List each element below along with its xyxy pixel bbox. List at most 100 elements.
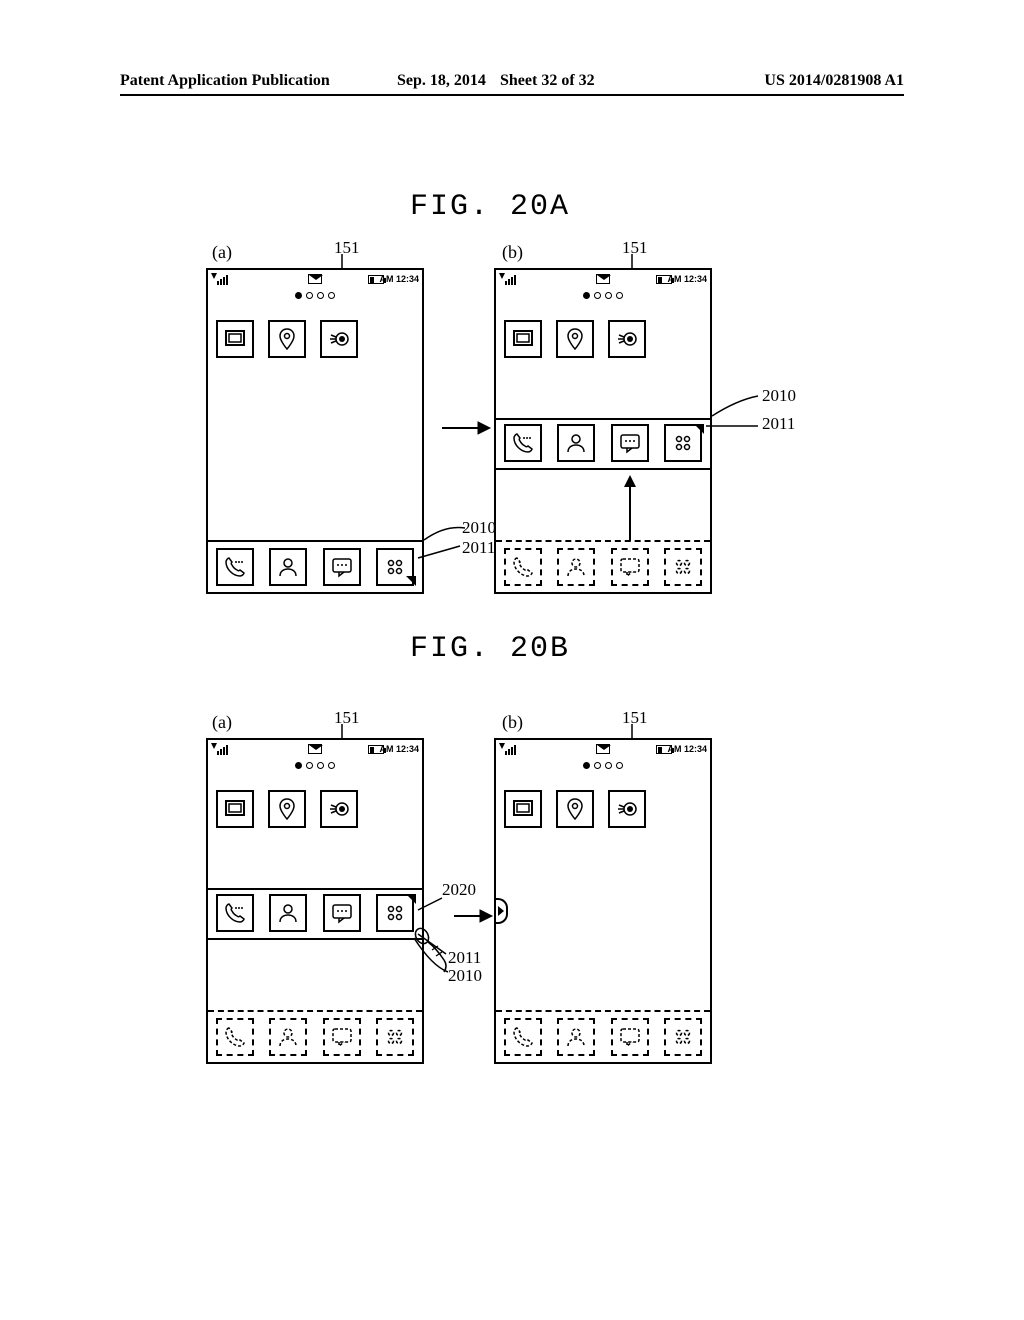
status-time: AM 12:34 <box>379 274 419 284</box>
transition-arrow-icon <box>452 908 492 924</box>
ref-2010: 2010 <box>762 386 796 406</box>
publication-label: Patent Application Publication <box>120 72 330 90</box>
page-indicator <box>295 762 335 769</box>
ghost-dock-divider <box>496 540 710 542</box>
subfig-label-b: (b) <box>502 242 523 263</box>
doc-number: US 2014/0281908 A1 <box>764 72 904 90</box>
subfig-label-a: (a) <box>212 712 232 733</box>
drag-handle-icon[interactable] <box>694 424 704 434</box>
signal-icon <box>211 743 229 755</box>
ghost-dock-bar <box>504 1018 702 1056</box>
header-rule <box>120 94 904 96</box>
transition-arrow-icon <box>440 420 490 436</box>
apps-icon <box>664 548 702 586</box>
ref-2020: 2020 <box>442 880 476 900</box>
phone-app-icon[interactable] <box>216 548 254 586</box>
phone-mockup: AM 12:34 <box>206 268 424 594</box>
location-icon[interactable] <box>556 320 594 358</box>
ref-151-a: 151 <box>334 238 360 258</box>
status-bar: AM 12:34 <box>496 270 710 288</box>
ref-2010: 2010 <box>448 966 482 986</box>
date-label: Sep. 18, 2014 <box>397 72 486 90</box>
phone-app-icon[interactable] <box>504 424 542 462</box>
dock-divider <box>208 540 422 542</box>
page-indicator <box>295 292 335 299</box>
settings-icon[interactable] <box>320 790 358 828</box>
dock-bar <box>504 424 702 462</box>
dock-divider-bottom <box>208 938 422 940</box>
dock-divider-bottom <box>496 468 710 470</box>
sheet-label: Sheet 32 of 32 <box>500 72 595 90</box>
status-time: AM 12:34 <box>667 274 707 284</box>
messages-icon <box>323 1018 361 1056</box>
subfig-label-a: (a) <box>212 242 232 263</box>
figure-caption-20b: FIG. 20B <box>410 632 570 666</box>
page-indicator <box>583 762 623 769</box>
location-icon[interactable] <box>268 320 306 358</box>
app-row <box>216 790 358 828</box>
phone-app-icon <box>504 1018 542 1056</box>
collapsed-dock-tab[interactable] <box>496 898 508 924</box>
mail-icon <box>308 744 322 754</box>
phone-mockup: AM 12:34 <box>494 738 712 1064</box>
ref-2011: 2011 <box>762 414 795 434</box>
subfig-label-b: (b) <box>502 712 523 733</box>
figure-caption-20a: FIG. 20A <box>410 190 570 224</box>
move-up-arrow-icon <box>622 475 638 543</box>
ghost-dock-divider <box>496 1010 710 1012</box>
ref-151-a: 151 <box>334 708 360 728</box>
status-time: AM 12:34 <box>379 744 419 754</box>
ghost-dock-bar <box>216 1018 414 1056</box>
mail-icon <box>308 274 322 284</box>
gallery-icon[interactable] <box>216 320 254 358</box>
apps-icon <box>664 1018 702 1056</box>
ref-2010: 2010 <box>462 518 496 538</box>
ref-2011: 2011 <box>448 948 481 968</box>
dock-divider-top <box>208 888 422 890</box>
messages-icon <box>611 1018 649 1056</box>
location-icon[interactable] <box>268 790 306 828</box>
status-bar: AM 12:34 <box>208 270 422 288</box>
mail-icon <box>596 274 610 284</box>
status-time: AM 12:34 <box>667 744 707 754</box>
contacts-icon[interactable] <box>269 894 307 932</box>
settings-icon[interactable] <box>320 320 358 358</box>
gallery-icon[interactable] <box>504 320 542 358</box>
messages-icon <box>611 548 649 586</box>
leader-line <box>412 540 466 570</box>
page-indicator <box>583 292 623 299</box>
status-bar: AM 12:34 <box>496 740 710 758</box>
signal-icon <box>211 273 229 285</box>
location-icon[interactable] <box>556 790 594 828</box>
status-bar: AM 12:34 <box>208 740 422 758</box>
messages-icon[interactable] <box>323 894 361 932</box>
settings-icon[interactable] <box>608 790 646 828</box>
phone-app-icon <box>216 1018 254 1056</box>
phone-app-icon <box>504 548 542 586</box>
signal-icon <box>499 743 517 755</box>
phone-app-icon[interactable] <box>216 894 254 932</box>
drag-handle-icon[interactable] <box>406 894 416 904</box>
app-row <box>504 790 646 828</box>
ref-2011: 2011 <box>462 538 495 558</box>
mail-icon <box>596 744 610 754</box>
signal-icon <box>499 273 517 285</box>
ref-151-b: 151 <box>622 708 648 728</box>
gallery-icon[interactable] <box>504 790 542 828</box>
dock-divider-top <box>496 418 710 420</box>
dock-bar <box>216 548 414 586</box>
phone-mockup: AM 12:34 <box>206 738 424 1064</box>
gallery-icon[interactable] <box>216 790 254 828</box>
messages-icon[interactable] <box>611 424 649 462</box>
app-row <box>216 320 358 358</box>
messages-icon[interactable] <box>323 548 361 586</box>
contacts-icon <box>557 1018 595 1056</box>
contacts-icon <box>557 548 595 586</box>
ghost-dock-divider <box>208 1010 422 1012</box>
ref-151-b: 151 <box>622 238 648 258</box>
apps-icon <box>376 1018 414 1056</box>
contacts-icon[interactable] <box>269 548 307 586</box>
leader-line <box>706 420 762 436</box>
contacts-icon[interactable] <box>557 424 595 462</box>
settings-icon[interactable] <box>608 320 646 358</box>
